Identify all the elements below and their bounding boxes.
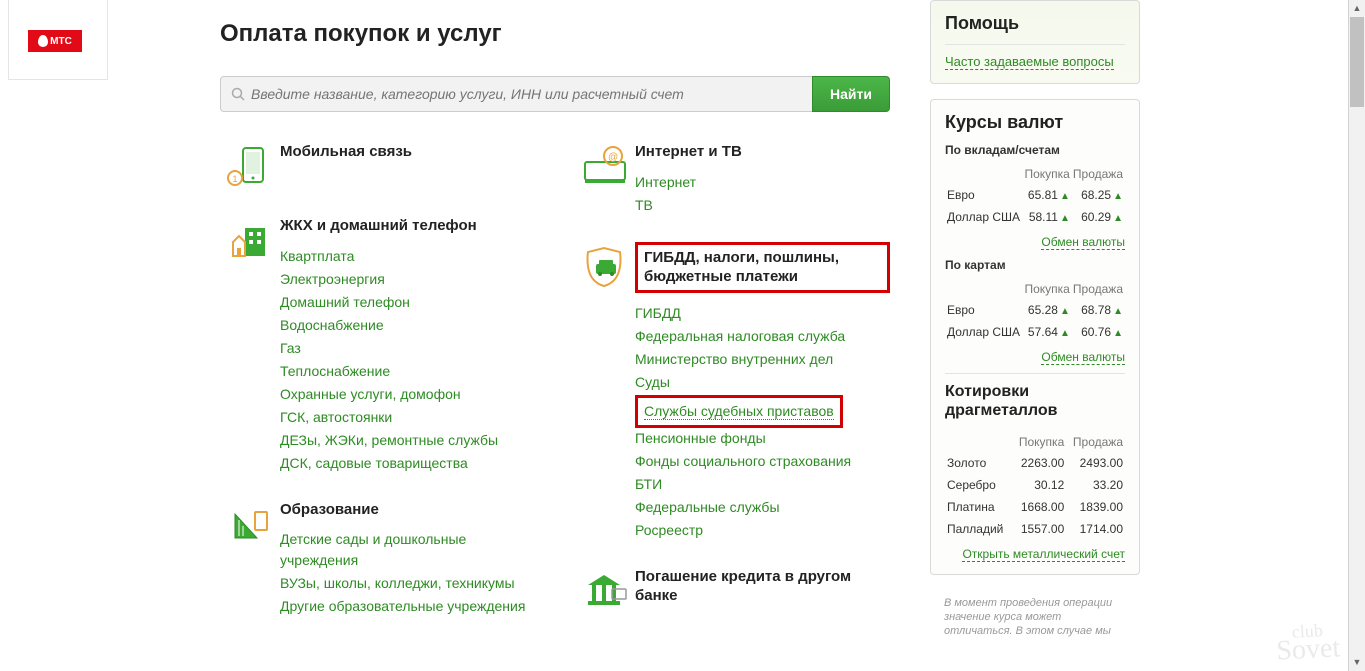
link-rosreestr[interactable]: Росреестр xyxy=(635,520,890,541)
cat-edu-links: Детские сады и дошкольные учреждения ВУЗ… xyxy=(280,529,535,617)
link-kvartplata[interactable]: Квартплата xyxy=(280,246,535,267)
scroll-down-icon[interactable]: ▼ xyxy=(1349,654,1365,671)
faq-link[interactable]: Часто задаваемые вопросы xyxy=(945,54,1114,70)
mts-egg-icon xyxy=(38,35,48,47)
metal-row: Золото2263.002493.00 xyxy=(947,453,1123,473)
metal-row: Палладий1557.001714.00 xyxy=(947,519,1123,539)
cat-edu-title[interactable]: Образование xyxy=(280,500,535,520)
rates-by-cards: По картам xyxy=(945,258,1125,272)
highlight-gov-title: ГИБДД, налоги, пошлины, бюджетные платеж… xyxy=(635,242,890,293)
mts-label: МТС xyxy=(50,36,72,47)
link-pension[interactable]: Пенсионные фонды xyxy=(635,428,890,449)
up-icon: ▲ xyxy=(1113,191,1123,202)
rates-title: Курсы валют xyxy=(945,112,1125,133)
link-federal[interactable]: Федеральные службы xyxy=(635,497,890,518)
tv-icon: @ xyxy=(575,142,635,192)
metal-row: Платина1668.001839.00 xyxy=(947,497,1123,517)
link-homephone[interactable]: Домашний телефон xyxy=(280,292,535,313)
cat-gov-title[interactable]: ГИБДД, налоги, пошлины, бюджетные платеж… xyxy=(644,248,881,287)
rates-panel: Курсы валют По вкладам/счетам ПокупкаПро… xyxy=(930,99,1140,574)
up-icon: ▲ xyxy=(1060,213,1070,224)
search-icon xyxy=(231,87,245,101)
scrollbar[interactable]: ▲ ▼ xyxy=(1348,0,1365,671)
cat-utilities-title[interactable]: ЖКХ и домашний телефон xyxy=(280,216,535,236)
gov-icon xyxy=(575,242,635,292)
exchange-link-1[interactable]: Обмен валюты xyxy=(945,235,1125,250)
help-title: Помощь xyxy=(945,13,1125,34)
link-fns[interactable]: Федеральная налоговая служба xyxy=(635,326,890,347)
scroll-thumb[interactable] xyxy=(1350,17,1364,107)
highlight-bailiffs: Службы судебных приставов xyxy=(635,395,843,428)
link-water[interactable]: Водоснабжение xyxy=(280,315,535,336)
hdr-buy: Покупка xyxy=(1024,165,1070,183)
education-icon xyxy=(220,500,280,550)
up-icon: ▲ xyxy=(1060,306,1070,317)
link-mvd[interactable]: Министерство внутренних дел xyxy=(635,349,890,370)
cat-utilities-links: Квартплата Электроэнергия Домашний телеф… xyxy=(280,246,535,474)
link-parking[interactable]: ГСК, автостоянки xyxy=(280,407,535,428)
cat-internet-title[interactable]: Интернет и ТВ xyxy=(635,142,890,162)
link-dsk[interactable]: ДСК, садовые товарищества xyxy=(280,453,535,474)
fine-print: В момент проведения операции значение ку… xyxy=(930,590,1140,639)
link-tv[interactable]: ТВ xyxy=(635,195,890,216)
rate-row: Доллар США 58.11▲ 60.29▲ xyxy=(947,207,1123,227)
link-social[interactable]: Фонды социального страхования xyxy=(635,451,890,472)
link-vuz[interactable]: ВУЗы, школы, колледжи, техникумы xyxy=(280,573,535,594)
link-bailiffs[interactable]: Службы судебных приставов xyxy=(644,403,834,419)
search-row: Найти xyxy=(220,76,890,112)
link-heat[interactable]: Теплоснабжение xyxy=(280,361,535,382)
page-title: Оплата покупок и услуг xyxy=(220,20,890,48)
up-icon: ▲ xyxy=(1113,306,1123,317)
svg-text:1: 1 xyxy=(232,174,237,184)
metals-title: Котировки драгметаллов xyxy=(945,382,1125,420)
rate-row: Доллар США 57.64▲ 60.76▲ xyxy=(947,322,1123,342)
phone-icon: 1 xyxy=(220,142,280,192)
house-icon xyxy=(220,216,280,266)
rate-row: Евро 65.28▲ 68.78▲ xyxy=(947,300,1123,320)
link-security[interactable]: Охранные услуги, домофон xyxy=(280,384,535,405)
link-courts[interactable]: Суды xyxy=(635,372,890,393)
svg-text:@: @ xyxy=(608,152,618,163)
search-input[interactable] xyxy=(251,86,802,102)
link-other-edu[interactable]: Другие образовательные учреждения xyxy=(280,596,535,617)
mts-logo[interactable]: МТС xyxy=(28,30,82,52)
up-icon: ▲ xyxy=(1113,328,1123,339)
link-electro[interactable]: Электроэнергия xyxy=(280,269,535,290)
rate-row: Евро 65.81▲ 68.25▲ xyxy=(947,185,1123,205)
link-dez[interactable]: ДЕЗы, ЖЭКи, ремонтные службы xyxy=(280,430,535,451)
up-icon: ▲ xyxy=(1060,191,1070,202)
exchange-link-2[interactable]: Обмен валюты xyxy=(945,350,1125,365)
watermark: club Sovet xyxy=(1275,623,1340,661)
cat-loan-title[interactable]: Погашение кредита в другом банке xyxy=(635,567,890,606)
link-kindergarten[interactable]: Детские сады и дошкольные учреждения xyxy=(280,529,535,571)
search-button[interactable]: Найти xyxy=(812,76,890,112)
hdr-sell: Продажа xyxy=(1072,165,1123,183)
up-icon: ▲ xyxy=(1113,213,1123,224)
bank-icon xyxy=(575,567,635,617)
link-gibdd[interactable]: ГИБДД xyxy=(635,303,890,324)
link-internet[interactable]: Интернет xyxy=(635,172,890,193)
scroll-up-icon[interactable]: ▲ xyxy=(1349,0,1365,17)
link-bti[interactable]: БТИ xyxy=(635,474,890,495)
metal-row: Серебро30.1233.20 xyxy=(947,475,1123,495)
up-icon: ▲ xyxy=(1060,328,1070,339)
cat-mobile-title[interactable]: Мобильная связь xyxy=(280,142,535,162)
help-panel: Помощь Часто задаваемые вопросы xyxy=(930,0,1140,84)
link-gas[interactable]: Газ xyxy=(280,338,535,359)
open-metal-link[interactable]: Открыть металлический счет xyxy=(945,547,1125,562)
rates-by-accounts: По вкладам/счетам xyxy=(945,143,1125,157)
search-wrap xyxy=(220,76,812,112)
